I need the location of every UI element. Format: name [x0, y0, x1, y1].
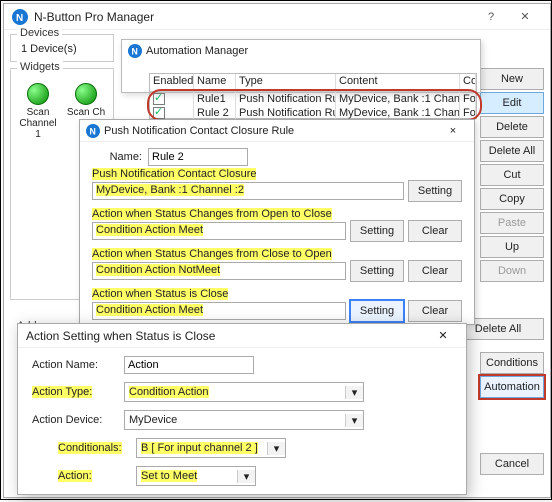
- section-contact-closure: Push Notification Contact Closure: [92, 168, 256, 180]
- main-titlebar: N N-Button Pro Manager ? ✕: [4, 4, 550, 30]
- widget-icon: [75, 83, 97, 105]
- section-close-to-open: Action when Status Changes from Close to…: [92, 248, 332, 260]
- chevron-down-icon: ▾: [237, 470, 255, 483]
- action-name-label: Action Name:: [32, 359, 116, 371]
- action-type-select[interactable]: Condition Action ▾: [124, 382, 364, 402]
- chevron-down-icon: ▾: [267, 442, 285, 455]
- app-icon: N: [12, 9, 28, 25]
- table-header-row: Enabled Name Type Content Co: [150, 74, 476, 92]
- action-value: Set to Meet: [141, 470, 197, 482]
- setting-button[interactable]: Setting: [408, 180, 462, 202]
- devices-label: Devices: [17, 27, 62, 39]
- paste-button[interactable]: Paste: [480, 212, 544, 234]
- action-label: Action:: [58, 470, 92, 482]
- enabled-checkbox[interactable]: [153, 107, 165, 119]
- cut-button[interactable]: Cut: [480, 164, 544, 186]
- edit-button[interactable]: Edit: [480, 92, 544, 114]
- status-close-value: Condition Action Meet: [96, 304, 203, 316]
- conditionals-select[interactable]: B [ For input channel 2 ] ▾: [136, 438, 286, 458]
- copy-button[interactable]: Copy: [480, 188, 544, 210]
- svg-text:N: N: [90, 126, 96, 136]
- help-button[interactable]: ?: [474, 5, 508, 29]
- setting-button[interactable]: Setting: [350, 220, 404, 242]
- setting-button[interactable]: Setting: [350, 260, 404, 282]
- clear-button[interactable]: Clear: [408, 260, 462, 282]
- close-button[interactable]: ✕: [508, 5, 542, 29]
- automation-manager-title: Automation Manager: [146, 45, 474, 57]
- setting-button[interactable]: Setting: [350, 300, 404, 322]
- close-icon[interactable]: ×: [438, 125, 468, 137]
- cell-type: Push Notification Rule: [236, 106, 336, 120]
- push-notification-rule-window: N Push Notification Contact Closure Rule…: [79, 119, 475, 325]
- open-to-close-value: Condition Action Meet: [96, 224, 203, 236]
- cell-name: Rule 2: [194, 106, 236, 120]
- devices-count: 1 Device(s): [17, 43, 107, 55]
- rule-name-input[interactable]: [148, 148, 248, 166]
- automation-button[interactable]: Automation: [480, 376, 544, 398]
- action-setting-dialog: Action Setting when Status is Close ✕ Ac…: [17, 323, 467, 495]
- widget-scan-channel-1[interactable]: Scan Channel 1: [17, 83, 59, 140]
- pn-title: Push Notification Contact Closure Rule: [104, 125, 438, 137]
- automation-rules-table: Enabled Name Type Content Co Rule1 Push …: [149, 73, 477, 119]
- section-open-to-close: Action when Status Changes from Open to …: [92, 208, 332, 220]
- delete-button[interactable]: Delete: [480, 116, 544, 138]
- table-row[interactable]: Rule 2 Push Notification Rule MyDevice, …: [150, 106, 476, 120]
- clear-button[interactable]: Clear: [408, 300, 462, 322]
- action-name-input[interactable]: [124, 356, 254, 374]
- widget-icon: [27, 83, 49, 105]
- col-co[interactable]: Co: [460, 74, 476, 91]
- right-lower-column: Conditions Automation: [480, 352, 544, 398]
- section-status-close: Action when Status is Close: [92, 288, 228, 300]
- widget-label: Scan Channel 1: [17, 107, 59, 140]
- pn-titlebar: N Push Notification Contact Closure Rule…: [80, 120, 474, 142]
- app-icon: N: [128, 44, 142, 58]
- up-button[interactable]: Up: [480, 236, 544, 258]
- col-enabled[interactable]: Enabled: [150, 74, 194, 91]
- cancel-button[interactable]: Cancel: [480, 453, 544, 475]
- as-title: Action Setting when Status is Close: [26, 329, 428, 343]
- automation-manager-titlebar: N Automation Manager: [122, 40, 480, 62]
- cell-content: MyDevice, Bank :1 Channel :2: [336, 106, 460, 120]
- app-icon: N: [86, 124, 100, 138]
- cell-fo: Fo: [460, 106, 476, 120]
- widget-label: Scan Ch: [67, 107, 105, 118]
- cell-type: Push Notification Rule: [236, 92, 336, 106]
- cell-fo: Fo: [460, 92, 476, 106]
- action-device-value: MyDevice: [125, 413, 345, 427]
- col-type[interactable]: Type: [236, 74, 336, 91]
- close-icon[interactable]: ✕: [428, 329, 458, 342]
- contact-closure-value: MyDevice, Bank :1 Channel :2: [96, 184, 244, 196]
- table-row[interactable]: Rule1 Push Notification Rule MyDevice, B…: [150, 92, 476, 106]
- right-button-column: New Edit Delete Delete All Cut Copy Past…: [480, 68, 544, 282]
- chevron-down-icon: ▾: [345, 414, 363, 427]
- action-type-label: Action Type:: [32, 386, 92, 398]
- name-label: Name:: [92, 151, 142, 163]
- action-device-select[interactable]: MyDevice ▾: [124, 410, 364, 430]
- as-titlebar: Action Setting when Status is Close ✕: [18, 324, 466, 348]
- widgets-label: Widgets: [17, 61, 63, 73]
- down-button[interactable]: Down: [480, 260, 544, 282]
- conditionals-value: B [ For input channel 2 ]: [141, 442, 258, 454]
- clear-button[interactable]: Clear: [408, 220, 462, 242]
- action-select[interactable]: Set to Meet ▾: [136, 466, 256, 486]
- cell-content: MyDevice, Bank :1 Channel :1: [336, 92, 460, 106]
- main-title: N-Button Pro Manager: [34, 10, 474, 24]
- conditions-button[interactable]: Conditions: [480, 352, 544, 374]
- action-type-value: Condition Action: [129, 386, 209, 398]
- col-name[interactable]: Name: [194, 74, 236, 91]
- new-button[interactable]: New: [480, 68, 544, 90]
- action-device-label: Action Device:: [32, 414, 116, 426]
- enabled-checkbox[interactable]: [153, 93, 165, 105]
- delete-all-button[interactable]: Delete All: [480, 140, 544, 162]
- col-content[interactable]: Content: [336, 74, 460, 91]
- devices-group: Devices 1 Device(s): [10, 34, 114, 62]
- cell-name: Rule1: [194, 92, 236, 106]
- close-to-open-value: Condition Action NotMeet: [96, 264, 220, 276]
- svg-text:N: N: [16, 13, 23, 24]
- conditionals-label: Conditionals:: [58, 442, 122, 454]
- svg-text:N: N: [132, 47, 138, 57]
- chevron-down-icon: ▾: [345, 386, 363, 399]
